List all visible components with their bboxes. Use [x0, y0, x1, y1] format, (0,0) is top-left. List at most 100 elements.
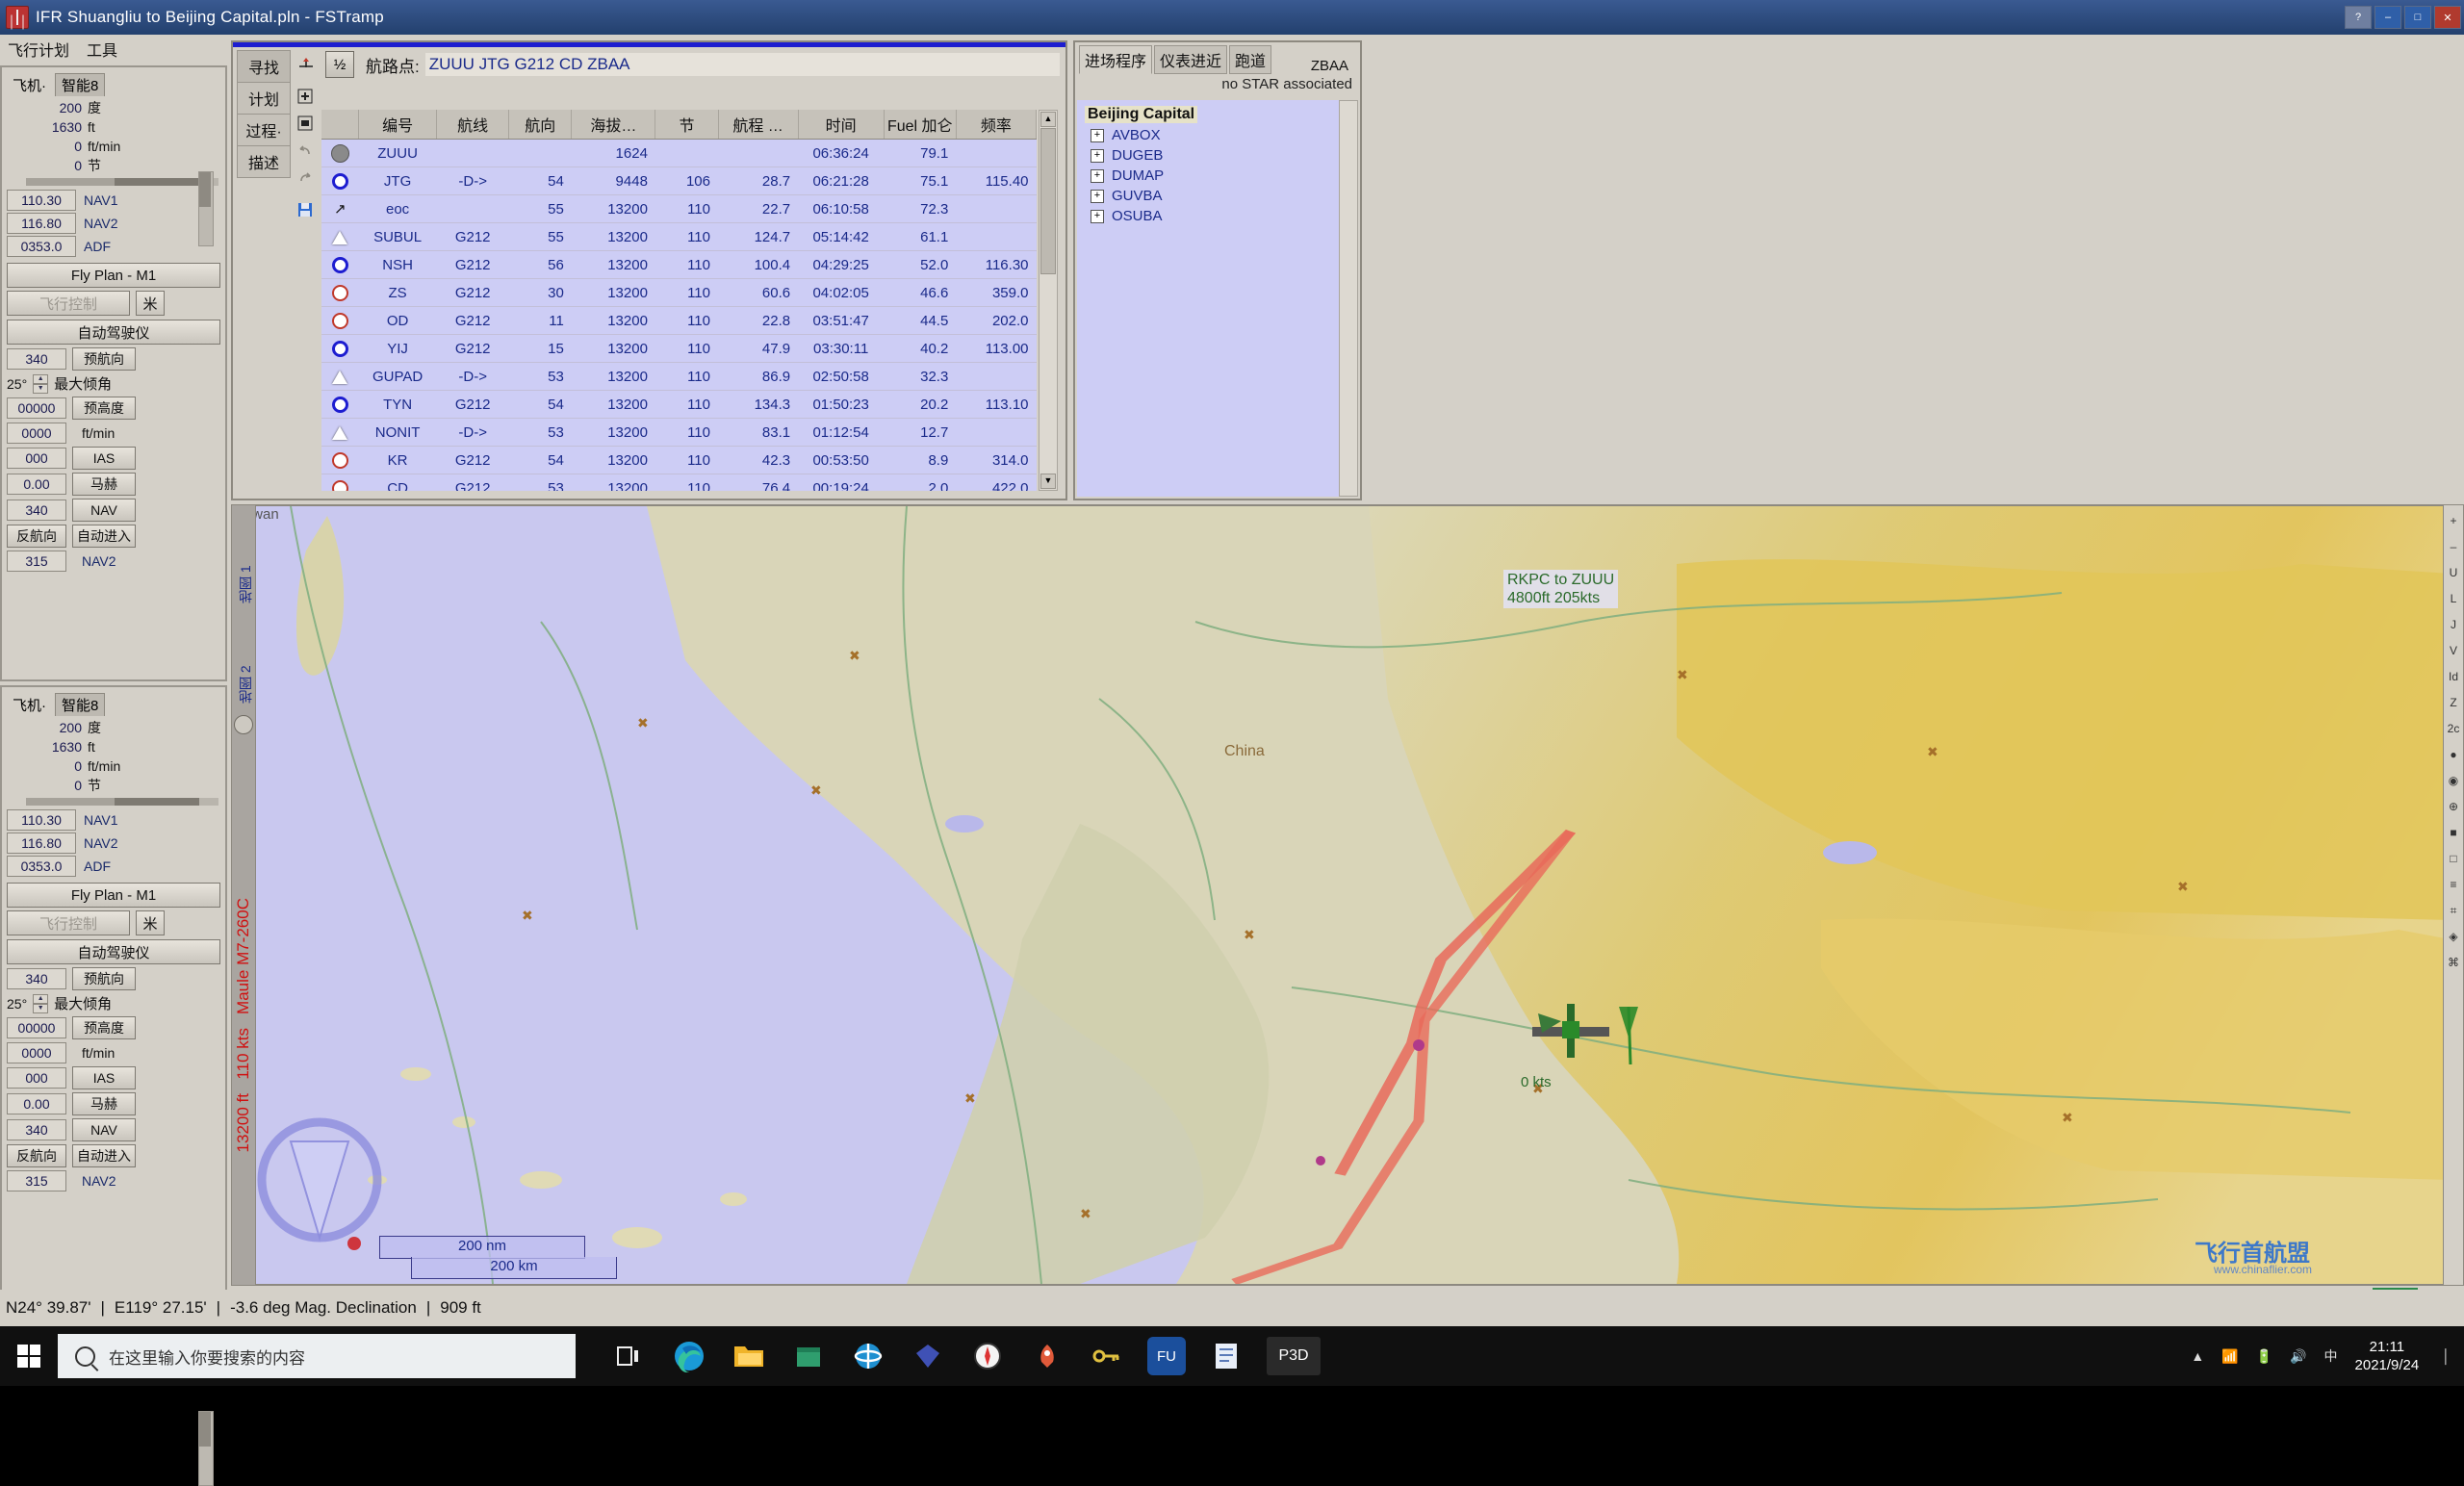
- explorer-icon[interactable]: [730, 1337, 768, 1375]
- tree-item[interactable]: + OSUBA: [1085, 208, 1339, 224]
- tray-chevron-icon[interactable]: ▲: [2191, 1348, 2204, 1364]
- map-tool-button[interactable]: –: [2451, 541, 2457, 553]
- redo-icon[interactable]: [293, 164, 318, 191]
- approach-scrollbar[interactable]: [1339, 100, 1358, 497]
- vertical-speed-input-2[interactable]: 0000: [7, 1042, 66, 1063]
- preset-altitude-input[interactable]: 00000: [7, 397, 66, 419]
- col-id[interactable]: 编号: [358, 110, 438, 140]
- fly-plan-button[interactable]: Fly Plan - M1: [7, 263, 220, 288]
- store-icon[interactable]: [789, 1337, 828, 1375]
- maximize-button[interactable]: □: [2404, 6, 2431, 29]
- expand-plus-icon[interactable]: +: [1091, 168, 1104, 183]
- preset-heading-button[interactable]: 预航向: [72, 347, 136, 371]
- tab-procedure[interactable]: 过程·: [237, 114, 291, 146]
- tab-aircraft-2[interactable]: 飞机·: [7, 694, 52, 716]
- menu-item-tools[interactable]: 工具: [87, 38, 117, 61]
- vertical-speed-input[interactable]: 0000: [7, 423, 66, 444]
- col-time[interactable]: 时间: [798, 110, 885, 140]
- close-button[interactable]: ✕: [2434, 6, 2461, 29]
- table-row[interactable]: ZUUU 1624 06:36:24 79.1: [321, 139, 1037, 167]
- tray-network-icon[interactable]: 📶: [2221, 1348, 2238, 1365]
- strip-map1[interactable]: 地图 1: [236, 511, 255, 603]
- expand-plus-icon[interactable]: +: [1091, 209, 1104, 223]
- nav-input[interactable]: 340: [7, 500, 66, 521]
- map-tool-button[interactable]: ■: [2450, 827, 2456, 839]
- taskbar-clock[interactable]: 21:11 2021/9/24: [2355, 1338, 2426, 1374]
- max-bank-stepper[interactable]: ▲ ▼: [33, 373, 49, 394]
- tab-star[interactable]: 进场程序: [1079, 45, 1153, 74]
- ias-input-2[interactable]: 000: [7, 1067, 66, 1089]
- map-tool-button[interactable]: J: [2451, 619, 2456, 631]
- start-button[interactable]: [0, 1326, 58, 1386]
- mach-input[interactable]: 0.00: [7, 474, 66, 495]
- center-route-icon[interactable]: [293, 52, 320, 77]
- col-kts[interactable]: 节: [654, 110, 719, 140]
- fly-plan-button-2[interactable]: Fly Plan - M1: [7, 883, 220, 908]
- expand-icon[interactable]: [293, 83, 318, 110]
- preset-altitude-button-2[interactable]: 预高度: [72, 1016, 136, 1039]
- note-icon[interactable]: [1207, 1337, 1245, 1375]
- scroll-down-icon[interactable]: ▼: [1040, 474, 1056, 489]
- col-icon[interactable]: [321, 110, 360, 140]
- ias-input[interactable]: 000: [7, 448, 66, 469]
- ias-button-2[interactable]: IAS: [72, 1066, 136, 1089]
- map-tool-button[interactable]: ⌗: [2451, 905, 2457, 917]
- tab-plan[interactable]: 计划: [237, 82, 291, 115]
- expand-plus-icon[interactable]: +: [1091, 148, 1104, 163]
- rocket-icon[interactable]: [1028, 1337, 1066, 1375]
- map-tool-button[interactable]: ◉: [2449, 775, 2458, 787]
- table-row[interactable]: JTG -D-> 54 9448 106 28.7 06:21:28 75.1 115.40: [321, 167, 1037, 195]
- nav2-freq-input-2[interactable]: 116.80: [7, 833, 76, 854]
- tab-aircraft[interactable]: 飞机·: [7, 74, 52, 96]
- show-desktop-button[interactable]: │: [2442, 1348, 2451, 1364]
- preset-heading-input[interactable]: 340: [7, 348, 66, 370]
- radio-scrollbar[interactable]: [198, 171, 214, 246]
- table-row[interactable]: TYN G212 54 13200 110 134.3 01:50:23 20.2 113.10: [321, 390, 1037, 419]
- table-row[interactable]: NONIT -D-> 53 13200 110 83.1 01:12:54 12.7: [321, 418, 1037, 447]
- preset-heading-button-2[interactable]: 预航向: [72, 967, 136, 990]
- radio-scrollbar-2[interactable]: [198, 1411, 214, 1486]
- table-row[interactable]: GUPAD -D-> 53 13200 110 86.9 02:50:58 32.3: [321, 362, 1037, 391]
- map-tool-button[interactable]: Id: [2449, 671, 2458, 683]
- preset-altitude-button[interactable]: 预高度: [72, 397, 136, 420]
- map-right-toolbar[interactable]: + – U L J V Id Z 2c ● ◉ ⊕ ■ □ ≡ ⌗ ◈ ⌘: [2443, 504, 2464, 1286]
- edge-icon[interactable]: [670, 1337, 708, 1375]
- expand-plus-icon[interactable]: +: [1091, 189, 1104, 203]
- tab-description[interactable]: 描述: [237, 145, 291, 178]
- nav-input-2[interactable]: 340: [7, 1119, 66, 1140]
- strip-map2[interactable]: 地图 2: [236, 611, 255, 704]
- scroll-up-icon[interactable]: ▲: [1040, 112, 1056, 127]
- nav1-freq-input-2[interactable]: 110.30: [7, 809, 76, 831]
- preset-altitude-input-2[interactable]: 00000: [7, 1017, 66, 1038]
- autopilot-button-2[interactable]: 自动驾驶仪: [7, 939, 220, 964]
- map-tool-button[interactable]: +: [2450, 515, 2456, 527]
- nav2-course-input[interactable]: 315: [7, 551, 66, 572]
- undo-icon[interactable]: [293, 137, 318, 164]
- route-input[interactable]: ZUUU JTG G212 CD ZBAA: [424, 53, 1060, 76]
- nav-button[interactable]: NAV: [72, 499, 136, 522]
- flightplan-scrollbar[interactable]: ▲ ▼: [1039, 110, 1058, 491]
- tab-instrument-approach[interactable]: 仪表进近: [1154, 45, 1228, 74]
- map-tool-button[interactable]: Z: [2450, 697, 2456, 709]
- mach-input-2[interactable]: 0.00: [7, 1093, 66, 1114]
- map-tool-button[interactable]: ⊕: [2449, 801, 2458, 813]
- table-row[interactable]: ↗ eoc 55 13200 110 22.7 06:10:58 72.3: [321, 194, 1037, 223]
- table-row[interactable]: YIJ G212 15 13200 110 47.9 03:30:11 40.2 113.00: [321, 334, 1037, 363]
- minimize-button[interactable]: –: [2374, 6, 2401, 29]
- half-scale-button[interactable]: ½: [325, 51, 354, 78]
- ie-icon[interactable]: [849, 1337, 887, 1375]
- col-distance[interactable]: 航程 …: [718, 110, 799, 140]
- ias-button[interactable]: IAS: [72, 447, 136, 470]
- throttle-bar[interactable]: [26, 178, 218, 186]
- nav1-freq-input[interactable]: 110.30: [7, 190, 76, 211]
- auto-approach-button[interactable]: 自动进入: [72, 525, 136, 548]
- taskview-icon[interactable]: [610, 1337, 649, 1375]
- nav2-freq-input[interactable]: 116.80: [7, 213, 76, 234]
- compass-icon[interactable]: [968, 1337, 1007, 1375]
- tab-smart8[interactable]: 智能8: [55, 73, 106, 96]
- key-icon[interactable]: [1088, 1337, 1126, 1375]
- map-tool-button[interactable]: V: [2450, 645, 2457, 657]
- table-row[interactable]: CD G212 53 13200 110 76.4 00:19:24 2.0 422.0: [321, 474, 1037, 491]
- map-lock-icon[interactable]: [234, 715, 253, 734]
- tree-item[interactable]: + DUGEB: [1085, 147, 1339, 164]
